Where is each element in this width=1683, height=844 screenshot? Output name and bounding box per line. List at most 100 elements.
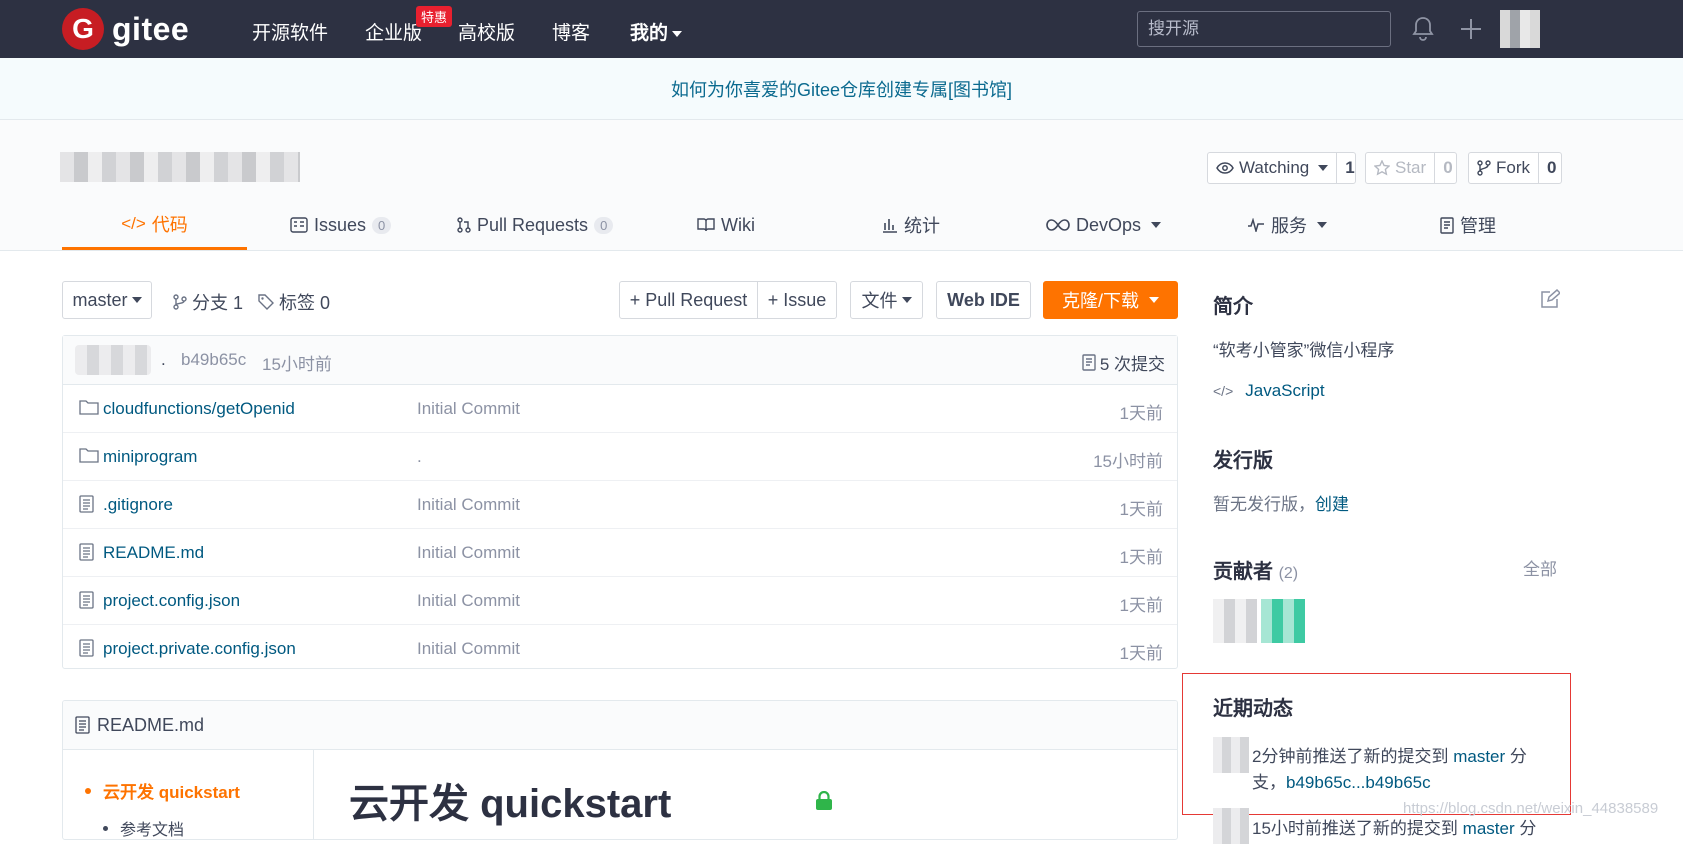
- tab-pull-requests[interactable]: Pull Requests 0: [457, 200, 614, 250]
- file-commit-message[interactable]: Initial Commit: [417, 543, 520, 563]
- activity-avatar[interactable]: [1213, 737, 1249, 773]
- edit-icon[interactable]: [1540, 288, 1562, 314]
- nav-mine[interactable]: 我的: [630, 18, 683, 45]
- table-row[interactable]: README.md Initial Commit 1天前: [63, 529, 1177, 577]
- file-commit-message[interactable]: Initial Commit: [417, 495, 520, 515]
- commit-author-avatar[interactable]: [75, 345, 151, 375]
- branches-label: 分支 1: [192, 293, 244, 313]
- new-issue-button[interactable]: + Issue: [757, 281, 837, 319]
- table-row[interactable]: miniprogram . 15小时前: [63, 433, 1177, 481]
- contributors-heading: 贡献者 (2): [1213, 555, 1298, 584]
- table-row[interactable]: project.config.json Initial Commit 1天前: [63, 577, 1177, 625]
- tab-code-label: 代码: [151, 214, 188, 235]
- repo-title-blurred: [60, 152, 300, 182]
- files-dropdown[interactable]: 文件: [850, 281, 923, 319]
- files-dropdown-label: 文件: [861, 291, 898, 311]
- nav-open-source[interactable]: 开源软件: [252, 18, 328, 45]
- tags-label: 标签 0: [279, 293, 331, 313]
- pulse-icon: [1248, 218, 1264, 232]
- tab-wiki[interactable]: Wiki: [697, 200, 755, 250]
- star-label: Star: [1395, 158, 1427, 177]
- lock-icon: [815, 790, 833, 816]
- file-name[interactable]: .gitignore: [103, 495, 173, 515]
- chevron-down-icon: [1149, 297, 1159, 303]
- clone-download-button[interactable]: 克隆/下载: [1043, 281, 1178, 319]
- branch-select[interactable]: master: [62, 281, 152, 319]
- file-icon: [79, 639, 95, 662]
- nav-education[interactable]: 高校版: [458, 18, 515, 45]
- nav-blog[interactable]: 博客: [552, 18, 590, 45]
- contributor-avatar[interactable]: [1261, 599, 1305, 643]
- gitee-logo[interactable]: G gitee: [62, 8, 189, 50]
- new-pull-request-button[interactable]: + Pull Request: [619, 281, 758, 319]
- bell-icon[interactable]: [1412, 16, 1434, 47]
- plus-icon[interactable]: [1460, 18, 1482, 45]
- chevron-down-icon: [1317, 222, 1327, 228]
- gitee-logo-icon: G: [62, 8, 104, 50]
- create-release-link[interactable]: 创建: [1315, 495, 1349, 514]
- file-name-main: getOpenid: [216, 399, 295, 418]
- file-commit-time: 1天前: [1119, 644, 1163, 663]
- activity-item: 15小时前推送了新的提交到 master 分: [1252, 816, 1552, 842]
- activity-branch-link[interactable]: master: [1453, 747, 1505, 766]
- table-row[interactable]: cloudfunctions/getOpenid Initial Commit …: [63, 385, 1177, 433]
- watch-count[interactable]: 1: [1336, 153, 1362, 183]
- user-avatar[interactable]: [1500, 10, 1540, 48]
- tab-issues[interactable]: Issues 0: [290, 200, 392, 250]
- tab-manage[interactable]: 管理: [1440, 200, 1496, 250]
- activity-avatar[interactable]: [1213, 808, 1249, 844]
- file-name[interactable]: README.md: [103, 543, 204, 563]
- tags-link[interactable]: 标签 0: [258, 289, 330, 315]
- star-count[interactable]: 0: [1434, 153, 1460, 183]
- file-commit-message[interactable]: Initial Commit: [417, 639, 520, 659]
- file-name[interactable]: miniprogram: [103, 447, 197, 467]
- toc-item-label: 云开发 quickstart: [103, 783, 240, 802]
- file-icon: [79, 543, 95, 566]
- file-commit-message[interactable]: .: [417, 447, 422, 467]
- file-name[interactable]: project.private.config.json: [103, 639, 296, 659]
- chevron-down-icon: [1318, 165, 1329, 171]
- file-name[interactable]: project.config.json: [103, 591, 240, 611]
- activity-compare-link[interactable]: b49b65c...b49b65c: [1286, 773, 1431, 792]
- tab-services[interactable]: 服务: [1247, 200, 1327, 250]
- fork-count[interactable]: 0: [1538, 153, 1564, 183]
- star-button[interactable]: Star 0: [1365, 152, 1457, 184]
- file-commit-message[interactable]: Initial Commit: [417, 591, 520, 611]
- table-row[interactable]: .gitignore Initial Commit 1天前: [63, 481, 1177, 529]
- commit-count-link[interactable]: 5 次提交: [1082, 350, 1165, 375]
- release-empty-text: 暂无发行版，: [1213, 495, 1315, 514]
- issues-icon: [290, 217, 308, 233]
- search-input[interactable]: [1138, 12, 1390, 46]
- tab-code[interactable]: </> 代码: [62, 200, 247, 250]
- readme-header: README.md: [63, 701, 1177, 750]
- file-commit-message[interactable]: Initial Commit: [417, 399, 520, 419]
- tab-wiki-label: Wiki: [721, 214, 755, 235]
- watch-button[interactable]: Watching 1: [1207, 152, 1356, 184]
- language-link[interactable]: JavaScript: [1245, 381, 1324, 401]
- clone-download-label: 克隆/下载: [1061, 291, 1139, 311]
- web-ide-button[interactable]: Web IDE: [936, 281, 1031, 319]
- branches-link[interactable]: 分支 1: [173, 289, 243, 315]
- repo-header: Watching 1 Star 0 Fork 0 </> 代码 Issues 0…: [0, 120, 1683, 251]
- commit-message[interactable]: .: [161, 350, 166, 370]
- banner-link[interactable]: 如何为你喜爱的Gitee仓库创建专属[图书馆]: [671, 76, 1012, 102]
- branch-select-label: master: [72, 289, 128, 310]
- toc-item-docs[interactable]: 参考文档: [103, 816, 184, 839]
- toc-item-quickstart[interactable]: 云开发 quickstart: [85, 778, 240, 803]
- bar-chart-icon: [883, 219, 897, 233]
- file-list: . b49b65c 15小时前 5 次提交 cloudfunctions/get…: [62, 335, 1178, 669]
- file-commit-time: 1天前: [1119, 548, 1163, 567]
- tab-devops[interactable]: DevOps: [1046, 200, 1162, 250]
- contributors-all-link[interactable]: 全部: [1523, 555, 1557, 580]
- nav-enterprise[interactable]: 企业版: [365, 18, 422, 45]
- table-row[interactable]: project.private.config.json Initial Comm…: [63, 625, 1177, 672]
- release-info: 暂无发行版，创建: [1213, 490, 1349, 515]
- contributor-avatar[interactable]: [1213, 599, 1257, 643]
- tab-manage-label: 管理: [1460, 216, 1496, 236]
- tab-issues-label: Issues: [314, 214, 367, 235]
- commit-hash[interactable]: b49b65c: [181, 350, 246, 370]
- tab-stats[interactable]: 统计: [882, 200, 940, 250]
- file-name[interactable]: cloudfunctions/getOpenid: [103, 399, 295, 419]
- fork-button[interactable]: Fork 0: [1468, 152, 1562, 184]
- code-icon: </>: [121, 213, 146, 233]
